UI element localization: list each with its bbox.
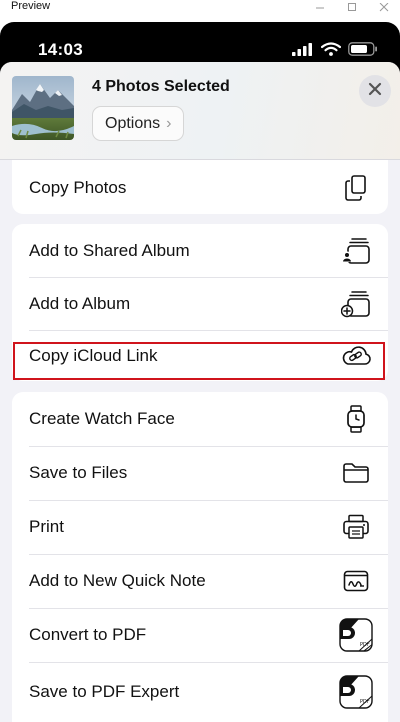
window-titlebar: Preview <box>0 0 400 15</box>
cellular-signal-icon <box>292 42 314 61</box>
action-label: Save to Files <box>29 462 128 482</box>
svg-text:PDF: PDF <box>360 699 370 705</box>
action-label: Copy iCloud Link <box>29 345 158 365</box>
printer-icon <box>336 507 376 547</box>
close-window-icon[interactable] <box>368 0 400 15</box>
action-add-to-shared-album[interactable]: Add to Shared Album <box>12 224 388 277</box>
battery-icon <box>348 42 378 61</box>
chevron-right-icon: › <box>166 114 172 132</box>
action-label: Print <box>29 516 64 536</box>
selection-title: 4 Photos Selected <box>92 78 230 95</box>
share-sheet: 4 Photos Selected Options › Copy Photos … <box>0 62 400 722</box>
action-print[interactable]: Print <box>12 500 388 553</box>
window-controls <box>304 0 400 15</box>
action-label: Create Watch Face <box>29 408 175 428</box>
pdf-icon: PDF <box>336 615 376 655</box>
window-title: Preview <box>11 0 51 12</box>
action-save-to-files[interactable]: Save to Files <box>12 446 388 499</box>
action-group-albums: Add to Shared Album Add to Album Copy iC… <box>12 224 388 381</box>
folder-icon <box>336 453 376 493</box>
share-sheet-header: 4 Photos Selected Options › <box>0 62 400 160</box>
pdf-expert-icon: PDF <box>336 672 376 712</box>
close-icon <box>368 82 382 101</box>
icloud-link-icon <box>336 336 376 376</box>
action-label: Copy Photos <box>29 177 127 197</box>
action-label: Convert to PDF <box>29 624 147 644</box>
minimize-icon[interactable] <box>304 0 336 15</box>
action-label: Add to Album <box>29 293 131 313</box>
action-save-to-pdf-expert[interactable]: Save to PDF Expert PDF <box>12 662 388 722</box>
watch-icon <box>336 399 376 439</box>
svg-text:PDF: PDF <box>360 642 370 648</box>
action-group-more: Create Watch Face Save to Files Print Ad… <box>12 392 388 722</box>
status-icons <box>292 42 378 61</box>
quick-note-icon <box>336 561 376 601</box>
action-create-watch-face[interactable]: Create Watch Face <box>12 392 388 445</box>
copy-photos-icon <box>336 168 376 208</box>
action-label: Save to PDF Expert <box>29 682 180 701</box>
wifi-icon <box>320 42 342 61</box>
maximize-icon[interactable] <box>336 0 368 15</box>
photo-thumbnail <box>12 76 74 140</box>
action-convert-to-pdf[interactable]: Convert to PDF PDF <box>12 608 388 661</box>
action-copy-photos[interactable]: Copy Photos <box>12 161 388 214</box>
action-label: Add to New Quick Note <box>29 570 206 590</box>
status-time: 14:03 <box>38 40 83 59</box>
action-label: Add to Shared Album <box>29 240 190 260</box>
shared-album-icon <box>336 231 376 271</box>
options-button[interactable]: Options › <box>92 106 185 141</box>
close-button[interactable] <box>359 75 391 107</box>
action-add-to-album[interactable]: Add to Album <box>12 277 388 330</box>
options-label: Options <box>105 114 161 132</box>
action-copy-icloud-link[interactable]: Copy iCloud Link <box>12 330 388 381</box>
action-add-to-new-quick-note[interactable]: Add to New Quick Note <box>12 554 388 607</box>
add-album-icon <box>336 284 376 324</box>
